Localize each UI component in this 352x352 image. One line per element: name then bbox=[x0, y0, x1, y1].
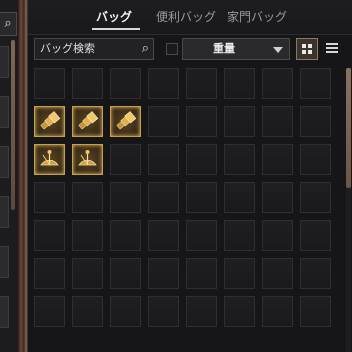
inventory-slot[interactable] bbox=[186, 220, 217, 251]
inventory-slot[interactable] bbox=[34, 144, 65, 175]
inventory-slot[interactable] bbox=[300, 106, 331, 137]
inventory-slot[interactable] bbox=[300, 182, 331, 213]
inventory-slot[interactable] bbox=[110, 68, 141, 99]
inventory-slot[interactable] bbox=[34, 220, 65, 251]
inventory-slot[interactable] bbox=[148, 106, 179, 137]
chevron-down-icon bbox=[273, 47, 283, 53]
inventory-slot[interactable] bbox=[110, 144, 141, 175]
inventory-slot[interactable] bbox=[262, 144, 293, 175]
inventory-slot[interactable] bbox=[300, 144, 331, 175]
filter-checkbox[interactable] bbox=[166, 43, 178, 55]
inventory-scrollbar[interactable] bbox=[346, 68, 351, 352]
inventory-slot[interactable] bbox=[186, 296, 217, 327]
tab-bag[interactable]: バッグ bbox=[96, 8, 132, 25]
inventory-slot[interactable] bbox=[262, 68, 293, 99]
tab-underline bbox=[92, 28, 140, 30]
inventory-slot[interactable] bbox=[148, 220, 179, 251]
inventory-slot[interactable] bbox=[262, 220, 293, 251]
left-slot[interactable] bbox=[0, 246, 9, 278]
inventory-slot[interactable] bbox=[262, 106, 293, 137]
sort-dropdown[interactable]: 重量 bbox=[182, 38, 290, 60]
inventory-slot[interactable] bbox=[148, 68, 179, 99]
inventory-slot[interactable] bbox=[110, 182, 141, 213]
inventory-slot[interactable] bbox=[262, 296, 293, 327]
tab-bar: バッグ 便利バッグ 家門バッグ bbox=[28, 0, 352, 35]
inventory-slot[interactable] bbox=[224, 258, 255, 289]
inventory-slot[interactable] bbox=[110, 106, 141, 137]
tab-utility-bag[interactable]: 便利バッグ bbox=[156, 8, 216, 25]
tab-family-bag[interactable]: 家門バッグ bbox=[227, 8, 287, 25]
inventory-slot[interactable] bbox=[186, 258, 217, 289]
inventory-slot[interactable] bbox=[186, 106, 217, 137]
inventory-slot[interactable] bbox=[110, 258, 141, 289]
inventory-slot[interactable] bbox=[72, 296, 103, 327]
inventory-slot[interactable] bbox=[224, 144, 255, 175]
inventory-slot[interactable] bbox=[224, 182, 255, 213]
left-slot[interactable] bbox=[0, 196, 9, 228]
sort-selected: 重量 bbox=[213, 42, 235, 55]
inventory-slot[interactable] bbox=[262, 182, 293, 213]
inventory-slot[interactable] bbox=[34, 182, 65, 213]
left-slot[interactable] bbox=[0, 146, 9, 178]
search-icon: ⌕ bbox=[4, 16, 12, 31]
search-placeholder: バッグ検索 bbox=[40, 42, 95, 55]
inventory-slot[interactable] bbox=[186, 68, 217, 99]
inventory-slot[interactable] bbox=[148, 144, 179, 175]
inventory-slot[interactable] bbox=[224, 68, 255, 99]
left-slot[interactable] bbox=[0, 96, 9, 128]
search-input[interactable]: バッグ検索 ⌕ bbox=[34, 38, 154, 60]
inventory-slot[interactable] bbox=[34, 296, 65, 327]
inventory-slot[interactable] bbox=[224, 296, 255, 327]
inventory-panel: バッグ 便利バッグ 家門バッグ バッグ検索 ⌕ 重量 bbox=[27, 0, 352, 352]
grid-view-button[interactable] bbox=[296, 38, 318, 60]
inventory-slot[interactable] bbox=[148, 296, 179, 327]
inventory-slot[interactable] bbox=[148, 258, 179, 289]
inventory-slot[interactable] bbox=[186, 182, 217, 213]
inventory-slot[interactable] bbox=[34, 106, 65, 137]
inventory-slot[interactable] bbox=[262, 258, 293, 289]
left-slot[interactable] bbox=[0, 46, 9, 78]
inventory-slot[interactable] bbox=[72, 106, 103, 137]
inventory-slot[interactable] bbox=[148, 182, 179, 213]
inventory-slot[interactable] bbox=[72, 68, 103, 99]
inventory-slot[interactable] bbox=[186, 144, 217, 175]
inventory-slot[interactable] bbox=[300, 258, 331, 289]
inventory-slot[interactable] bbox=[72, 220, 103, 251]
inventory-slot[interactable] bbox=[110, 296, 141, 327]
search-icon[interactable]: ⌕ bbox=[142, 39, 149, 59]
inventory-slot[interactable] bbox=[224, 220, 255, 251]
inventory-slot[interactable] bbox=[72, 144, 103, 175]
inventory-slot[interactable] bbox=[300, 296, 331, 327]
left-search-button[interactable]: ⌕ bbox=[0, 12, 17, 36]
inventory-slot[interactable] bbox=[300, 68, 331, 99]
scroll-thumb[interactable] bbox=[346, 68, 351, 188]
inventory-slot[interactable] bbox=[110, 220, 141, 251]
list-view-button[interactable] bbox=[322, 38, 342, 58]
left-scrollbar[interactable] bbox=[11, 40, 15, 210]
inventory-slot[interactable] bbox=[34, 258, 65, 289]
inventory-slot[interactable] bbox=[72, 258, 103, 289]
inventory-slot[interactable] bbox=[300, 220, 331, 251]
left-slot[interactable] bbox=[0, 296, 9, 328]
inventory-slot[interactable] bbox=[224, 106, 255, 137]
inventory-slot[interactable] bbox=[34, 68, 65, 99]
inventory-slot[interactable] bbox=[72, 182, 103, 213]
